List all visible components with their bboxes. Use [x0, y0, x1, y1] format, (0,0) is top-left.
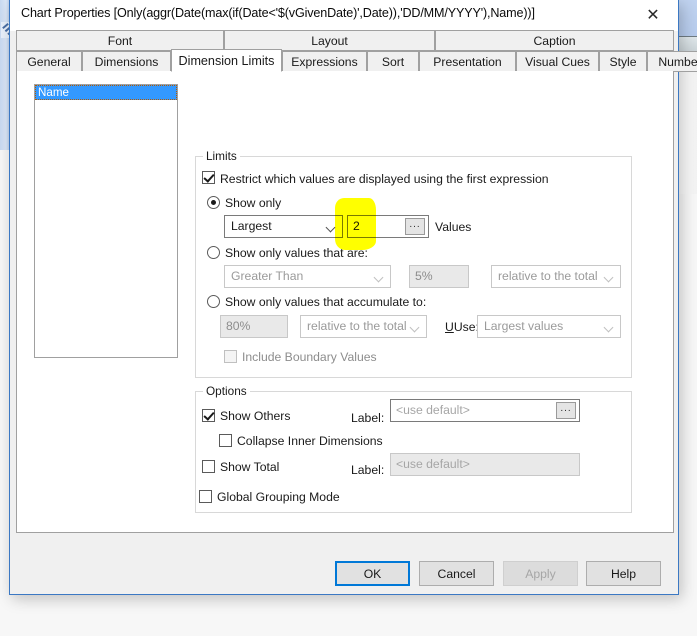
list-item[interactable]: Name: [35, 85, 177, 100]
use-select[interactable]: Largest values: [477, 315, 621, 338]
global-grouping-mode-checkbox[interactable]: [199, 490, 212, 503]
chevron-down-icon: [605, 324, 613, 329]
include-boundary-checkbox[interactable]: [224, 350, 237, 363]
restrict-values-label: Restrict which values are displayed usin…: [220, 172, 549, 186]
tab-expressions[interactable]: Expressions: [282, 51, 367, 72]
show-only-accumulate-label: Show only values that accumulate to:: [225, 295, 427, 309]
tab-general[interactable]: General: [16, 51, 82, 72]
collapse-inner-dimensions-checkbox[interactable]: [219, 434, 232, 447]
show-others-label-caption: Label:: [351, 411, 385, 425]
help-button[interactable]: Help: [586, 561, 661, 586]
dialog-title: Chart Properties [Only(aggr(Date(max(if(…: [21, 6, 535, 20]
restrict-values-checkbox[interactable]: [202, 171, 215, 184]
tab-number[interactable]: Number: [647, 51, 697, 72]
ok-button[interactable]: OK: [335, 561, 410, 586]
tab-dimension-limits[interactable]: Dimension Limits: [171, 49, 282, 72]
threshold-basis-value: relative to the total: [498, 269, 598, 283]
tab-style[interactable]: Style: [599, 51, 647, 72]
include-boundary-label: Include Boundary Values: [242, 350, 377, 364]
accumulate-basis-select[interactable]: relative to the total: [300, 315, 427, 338]
operator-select[interactable]: Greater Than: [224, 265, 391, 288]
cancel-button[interactable]: Cancel: [419, 561, 494, 586]
chart-properties-dialog: Chart Properties [Only(aggr(Date(max(if(…: [9, 0, 697, 595]
use-select-value: Largest values: [484, 319, 564, 333]
tab-sort[interactable]: Sort: [367, 51, 419, 72]
chevron-down-icon: [327, 224, 335, 229]
tab-caption[interactable]: Caption: [435, 30, 674, 51]
show-only-label: Show only: [225, 196, 282, 210]
options-group-label: Options: [203, 384, 250, 398]
dimension-list[interactable]: Name: [34, 84, 178, 358]
tab-visual-cues[interactable]: Visual Cues: [516, 51, 599, 72]
highlighter-annotation: [335, 198, 376, 250]
show-only-count-ellipsis-button[interactable]: ...: [405, 218, 425, 235]
values-label: Values: [435, 220, 472, 234]
rank-select-value: Largest: [231, 219, 272, 233]
apply-button: Apply: [503, 561, 578, 586]
accumulate-value: 80%: [226, 319, 251, 333]
show-only-radio[interactable]: [207, 196, 220, 209]
show-total-label-caption: Label:: [351, 463, 385, 477]
use-label-text: Use:: [453, 320, 479, 334]
accumulate-basis-value: relative to the total: [307, 319, 407, 333]
tab-strip: Font Layout Caption General Dimensions D…: [16, 30, 697, 72]
show-others-label-value: <use default>: [396, 403, 470, 417]
dialog-titlebar: Chart Properties [Only(aggr(Date(max(if(…: [10, 0, 678, 31]
threshold-value: 5%: [415, 269, 433, 283]
close-icon[interactable]: ✕: [631, 0, 675, 29]
show-only-values-that-are-radio[interactable]: [207, 246, 220, 259]
dimension-limits-panel: Name Limits Restrict which values are di…: [16, 71, 674, 533]
rank-select[interactable]: Largest: [224, 215, 343, 238]
show-total-label-value: <use default>: [396, 457, 470, 471]
threshold-input[interactable]: 5%: [409, 265, 469, 288]
tab-presentation[interactable]: Presentation: [419, 51, 516, 72]
threshold-basis-select[interactable]: relative to the total: [491, 265, 621, 288]
show-others-label-ellipsis-button[interactable]: ...: [556, 402, 576, 419]
chevron-down-icon: [605, 274, 613, 279]
accumulate-input[interactable]: 80%: [220, 315, 288, 338]
show-others-label-input[interactable]: <use default> ...: [390, 399, 580, 422]
collapse-inner-dimensions-label: Collapse Inner Dimensions: [237, 434, 383, 448]
tab-font[interactable]: Font: [16, 30, 224, 51]
show-others-checkbox[interactable]: [202, 409, 215, 422]
limits-group-label: Limits: [203, 149, 240, 163]
operator-select-value: Greater Than: [231, 269, 304, 283]
show-only-accumulate-radio[interactable]: [207, 295, 220, 308]
tab-layout[interactable]: Layout: [224, 30, 435, 51]
tab-dimensions[interactable]: Dimensions: [82, 51, 171, 72]
chevron-down-icon: [411, 324, 419, 329]
chevron-down-icon: [375, 274, 383, 279]
show-total-checkbox[interactable]: [202, 460, 215, 473]
use-label: UUse:: [445, 320, 479, 334]
show-total-label: Show Total: [220, 460, 280, 474]
show-total-label-input[interactable]: <use default>: [390, 453, 580, 476]
global-grouping-mode-label: Global Grouping Mode: [217, 490, 340, 504]
show-others-label: Show Others: [220, 409, 291, 423]
